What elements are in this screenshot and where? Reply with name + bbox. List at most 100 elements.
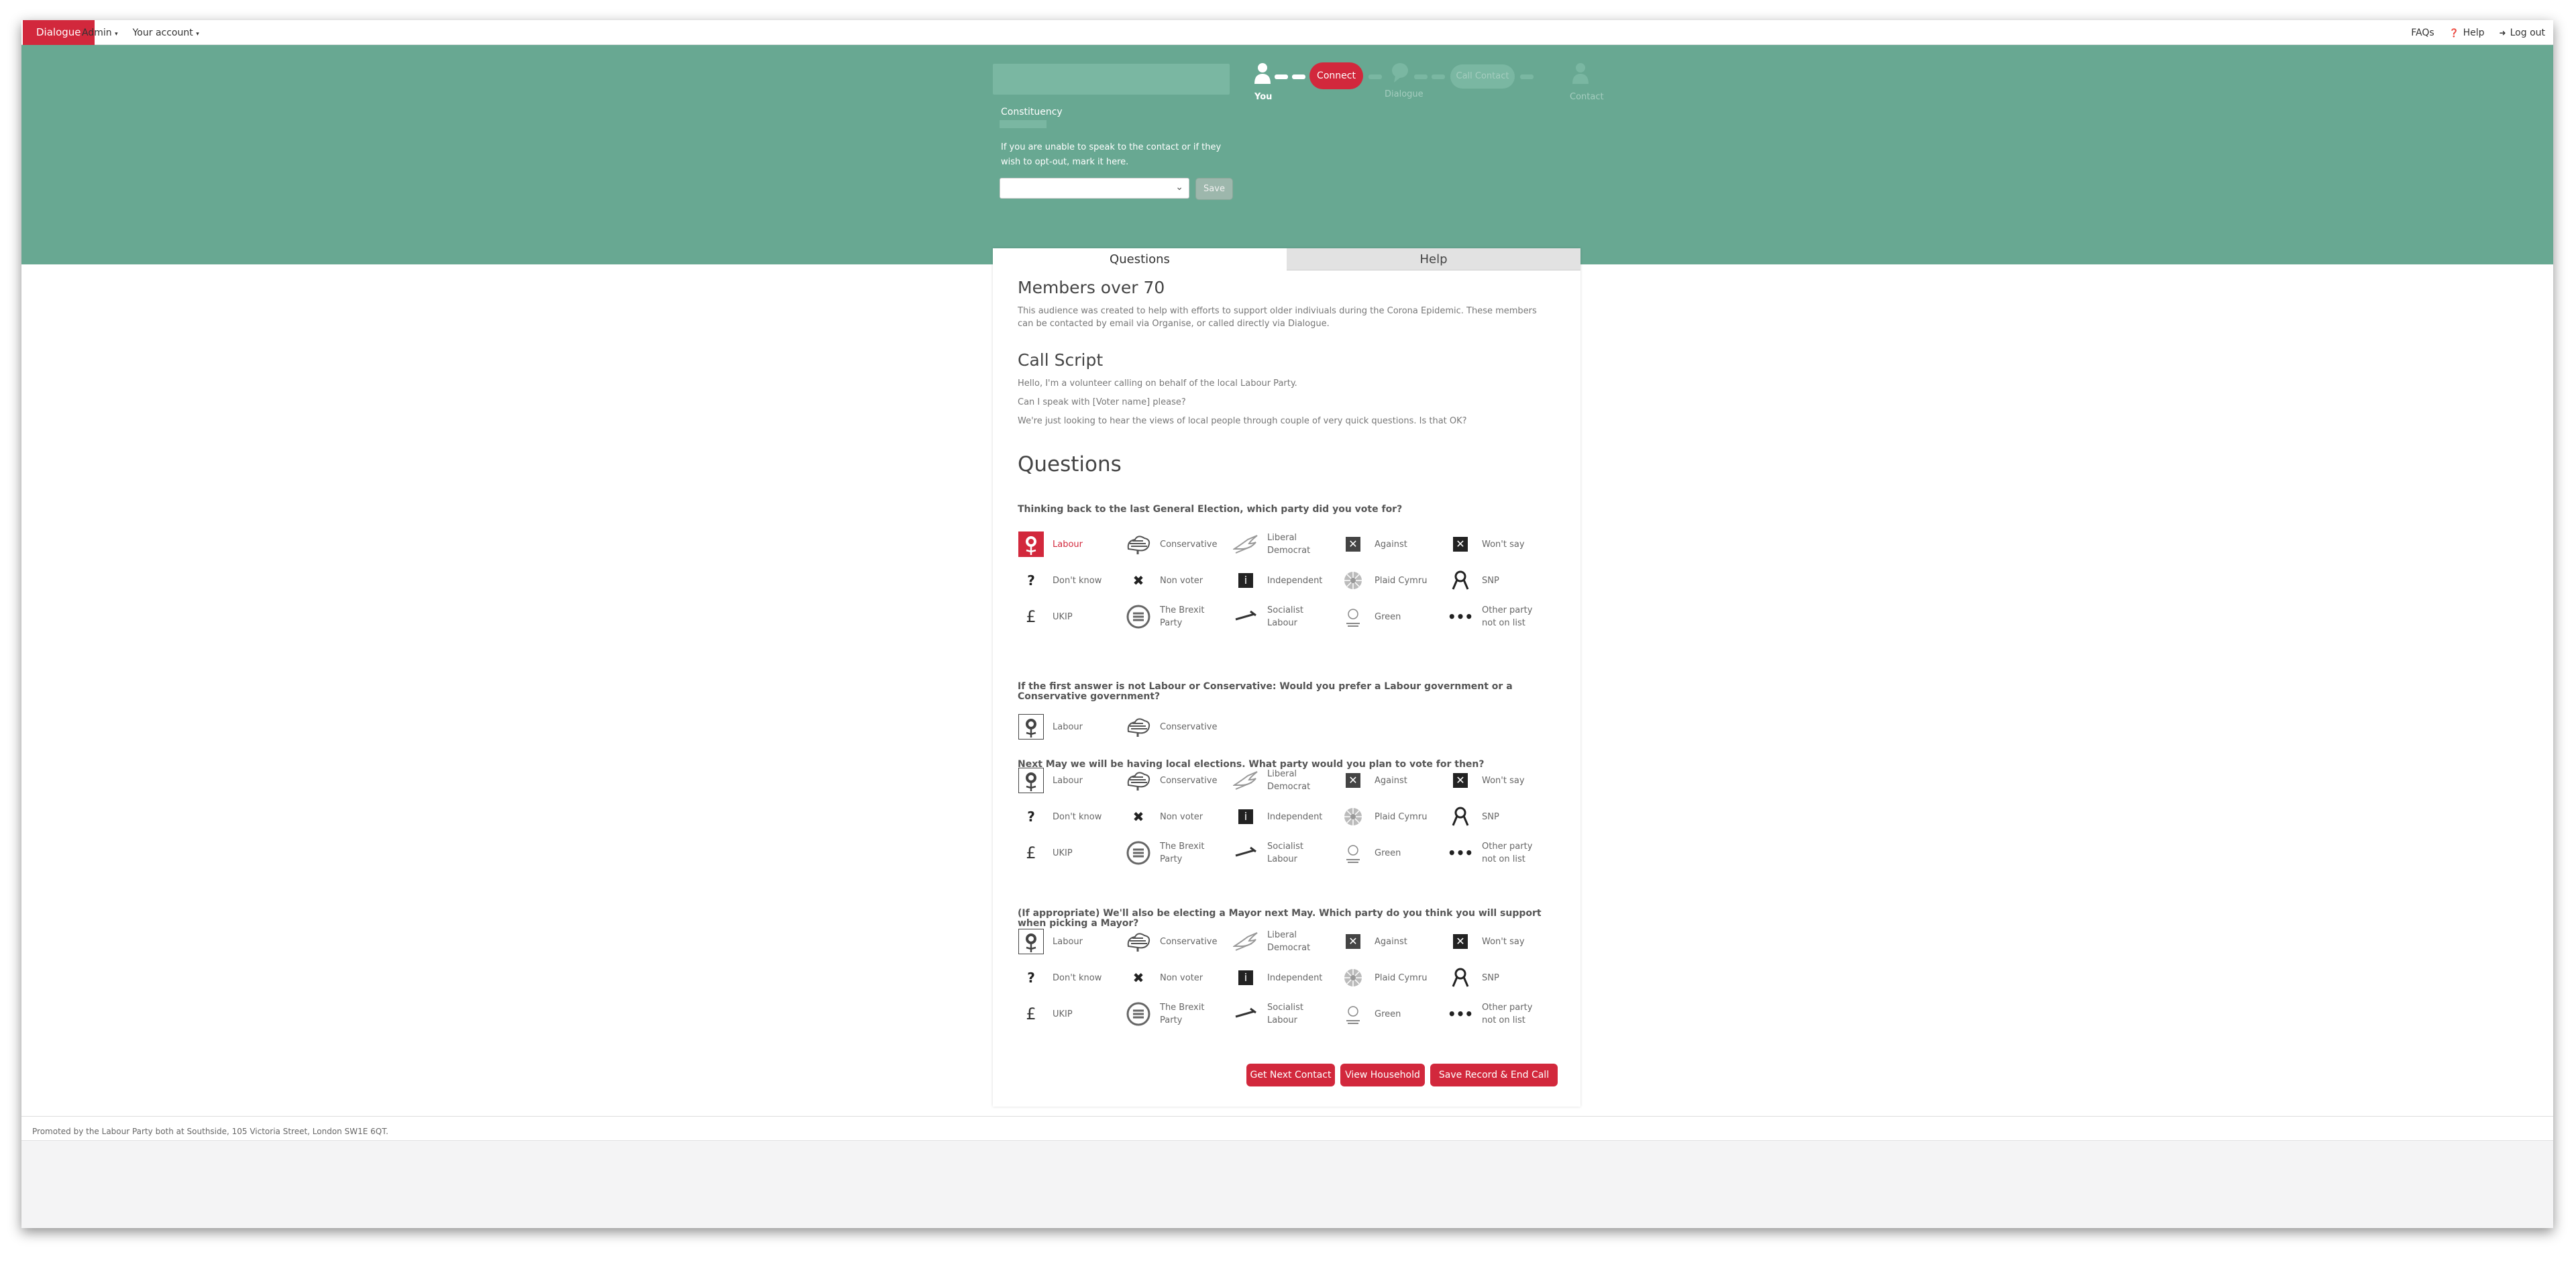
- labour-rose-icon: [1018, 928, 1044, 955]
- option-brexit[interactable]: The Brexit Party: [1125, 601, 1232, 632]
- option-conservative[interactable]: Conservative: [1125, 765, 1232, 796]
- option-label: The Brexit Party: [1160, 842, 1205, 864]
- option-libdem[interactable]: Liberal Democrat: [1232, 765, 1340, 796]
- option-conservative[interactable]: Conservative: [1125, 529, 1232, 560]
- get-next-contact-button[interactable]: Get Next Contact: [1246, 1064, 1335, 1086]
- option-non-voter[interactable]: ✖ Non voter: [1125, 565, 1232, 596]
- option-independent[interactable]: i Independent: [1232, 801, 1340, 832]
- option-snp[interactable]: SNP: [1447, 801, 1554, 832]
- option-independent[interactable]: i Independent: [1232, 962, 1340, 993]
- option-labour[interactable]: Labour: [1018, 529, 1125, 560]
- info-box-icon: i: [1232, 803, 1259, 830]
- option-ukip[interactable]: £ UKIP: [1018, 999, 1125, 1029]
- save-end-call-button[interactable]: Save Record & End Call: [1430, 1064, 1558, 1086]
- option-dont-know[interactable]: ? Don't know: [1018, 565, 1125, 596]
- tab-help[interactable]: Help: [1287, 248, 1580, 270]
- question-title: If the first answer is not Labour or Con…: [1018, 681, 1513, 702]
- view-household-button[interactable]: View Household: [1340, 1064, 1425, 1086]
- help-link[interactable]: ❓ Help: [2449, 28, 2485, 38]
- tab-questions[interactable]: Questions: [993, 248, 1287, 270]
- promoted-by-text: Promoted by the Labour Party both at Sou…: [32, 1127, 388, 1136]
- logout-link[interactable]: ➜ Log out: [2500, 28, 2545, 38]
- option-brexit[interactable]: The Brexit Party: [1125, 837, 1232, 868]
- green-party-icon: [1340, 603, 1366, 630]
- option-plaid[interactable]: Plaid Cymru: [1340, 801, 1447, 832]
- option-label: Against: [1375, 936, 1407, 947]
- option-label: Non voter: [1160, 575, 1203, 586]
- option-snp[interactable]: SNP: [1447, 962, 1554, 993]
- brexit-logo-icon: [1125, 1001, 1152, 1027]
- plaid-poppy-icon: [1340, 803, 1366, 830]
- option-label: Labour: [1053, 936, 1083, 947]
- account-menu[interactable]: Your account ▾: [133, 28, 199, 38]
- green-party-icon: [1340, 840, 1366, 866]
- pound-sign-icon: £: [1026, 607, 1036, 626]
- option-conservative[interactable]: Conservative: [1125, 926, 1232, 957]
- option-label: Independent: [1267, 811, 1323, 822]
- option-ukip[interactable]: £ UKIP: [1018, 601, 1125, 632]
- option-green[interactable]: Green: [1340, 999, 1447, 1029]
- socialist-hammer-icon: [1232, 840, 1259, 866]
- user-icon: [1254, 62, 1271, 89]
- call-progress: Connect Call Contact You Dialogue Contac…: [1254, 62, 1604, 123]
- socialist-hammer-icon: [1232, 603, 1259, 630]
- option-ukip[interactable]: £ UKIP: [1018, 837, 1125, 868]
- option-label: Non voter: [1160, 972, 1203, 983]
- constituency-value-placeholder: [1000, 120, 1046, 128]
- option-against[interactable]: ✕ Against: [1340, 529, 1447, 560]
- progress-dash: [1292, 74, 1305, 79]
- questions-title: Questions: [1018, 452, 1122, 476]
- option-labour[interactable]: Labour: [1018, 926, 1125, 957]
- option-independent[interactable]: i Independent: [1232, 565, 1340, 596]
- option-snp[interactable]: SNP: [1447, 565, 1554, 596]
- optout-select[interactable]: ⌄: [1000, 178, 1189, 199]
- ballot-x-icon: ✕: [1340, 928, 1366, 955]
- option-dont-know[interactable]: ? Don't know: [1018, 962, 1125, 993]
- option-plaid[interactable]: Plaid Cymru: [1340, 565, 1447, 596]
- option-labour[interactable]: Labour: [1018, 765, 1125, 796]
- progress-dash: [1520, 74, 1534, 79]
- option-other[interactable]: ••• Other party not on list: [1447, 999, 1554, 1029]
- option-socialist[interactable]: Socialist Labour: [1232, 837, 1340, 868]
- option-wont-say[interactable]: ✕ Won't say: [1447, 926, 1554, 957]
- option-against[interactable]: ✕ Against: [1340, 926, 1447, 957]
- option-libdem[interactable]: Liberal Democrat: [1232, 529, 1340, 560]
- option-conservative[interactable]: Conservative: [1125, 711, 1232, 742]
- sign-out-icon: ➜: [2499, 28, 2506, 38]
- caret-down-icon: ▾: [115, 30, 118, 38]
- option-other[interactable]: ••• Other party not on list: [1447, 837, 1554, 868]
- save-optout-button[interactable]: Save: [1195, 178, 1233, 200]
- caret-down-icon: ▾: [196, 30, 199, 38]
- option-label: Liberal Democrat: [1267, 533, 1311, 556]
- call-contact-button[interactable]: Call Contact: [1450, 64, 1515, 89]
- option-wont-say[interactable]: ✕ Won't say: [1447, 529, 1554, 560]
- option-against[interactable]: ✕ Against: [1340, 765, 1447, 796]
- ballot-x-icon: ✕: [1340, 531, 1366, 558]
- option-green[interactable]: Green: [1340, 601, 1447, 632]
- option-non-voter[interactable]: ✖ Non voter: [1125, 962, 1232, 993]
- option-brexit[interactable]: The Brexit Party: [1125, 999, 1232, 1029]
- option-labour[interactable]: Labour: [1018, 711, 1125, 742]
- faqs-link[interactable]: FAQs: [2411, 28, 2434, 38]
- connect-button[interactable]: Connect: [1309, 62, 1363, 89]
- conservative-tree-icon: [1125, 767, 1152, 794]
- option-green[interactable]: Green: [1340, 837, 1447, 868]
- times-icon: ✖: [1132, 809, 1144, 825]
- option-other[interactable]: ••• Other party not on list: [1447, 601, 1554, 632]
- option-socialist[interactable]: Socialist Labour: [1232, 999, 1340, 1029]
- option-wont-say[interactable]: ✕ Won't say: [1447, 765, 1554, 796]
- option-non-voter[interactable]: ✖ Non voter: [1125, 801, 1232, 832]
- app-window: Dialogue Admin ▾ Your account ▾ FAQs ❓ He…: [21, 20, 2553, 1228]
- option-label: Against: [1375, 775, 1407, 786]
- option-socialist[interactable]: Socialist Labour: [1232, 601, 1340, 632]
- admin-menu[interactable]: Admin ▾: [82, 28, 118, 38]
- question-title: Thinking back to the last General Electi…: [1018, 504, 1403, 515]
- option-plaid[interactable]: Plaid Cymru: [1340, 962, 1447, 993]
- script-line: We're just looking to hear the views of …: [1018, 416, 1467, 426]
- ellipsis-icon: •••: [1447, 1006, 1474, 1022]
- socialist-hammer-icon: [1232, 1001, 1259, 1027]
- option-label: Liberal Democrat: [1267, 930, 1311, 953]
- brexit-logo-icon: [1125, 603, 1152, 630]
- option-libdem[interactable]: Liberal Democrat: [1232, 926, 1340, 957]
- option-dont-know[interactable]: ? Don't know: [1018, 801, 1125, 832]
